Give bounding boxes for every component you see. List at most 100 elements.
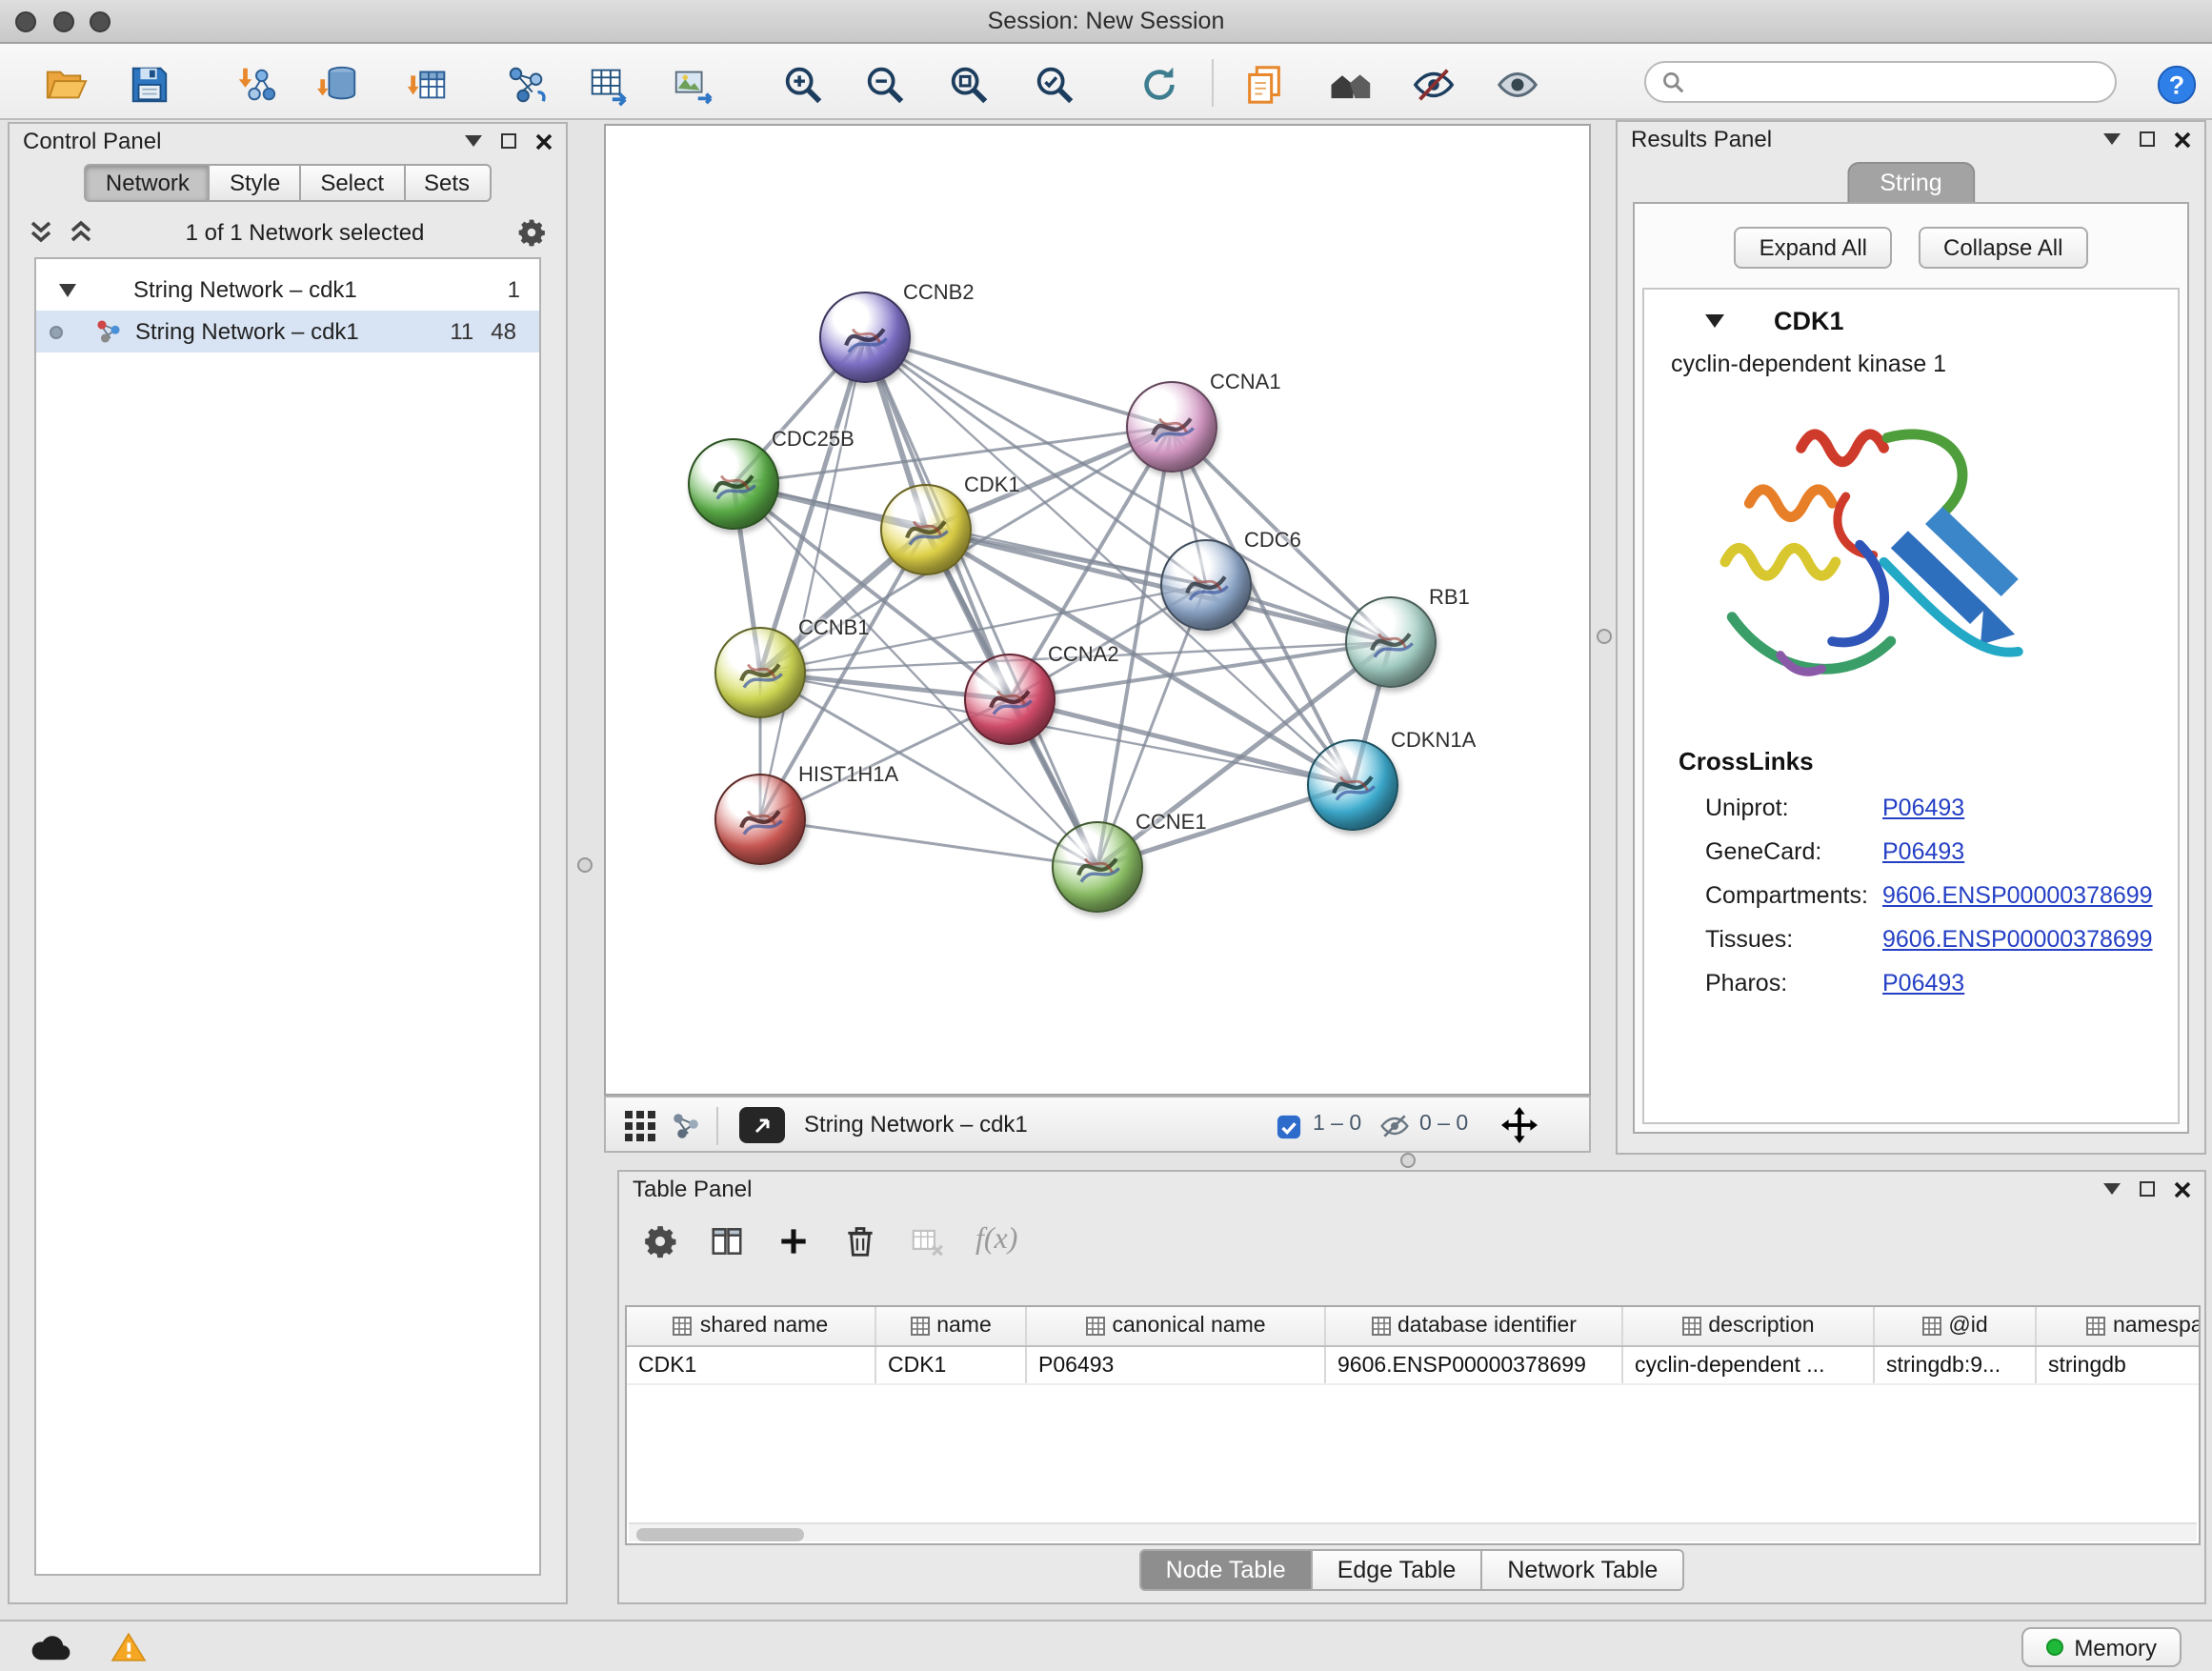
network-edge[interactable] <box>865 337 1097 867</box>
network-row-selected[interactable]: String Network – cdk1 11 48 <box>36 311 539 352</box>
collapse-all-button[interactable]: Collapse All <box>1919 227 2087 269</box>
pan-tool-icon[interactable] <box>1501 1107 1538 1143</box>
disclosure-triangle-icon[interactable] <box>59 283 76 296</box>
left-splitter-handle[interactable] <box>577 857 593 873</box>
protein-section-header[interactable]: CDK1 <box>1644 290 2178 341</box>
network-overview-button[interactable] <box>1322 57 1376 111</box>
control-tab-select[interactable]: Select <box>299 164 405 202</box>
table-horizontal-scrollbar[interactable] <box>629 1522 2197 1541</box>
add-column-icon[interactable] <box>775 1222 812 1258</box>
right-splitter-handle[interactable] <box>1597 629 1612 644</box>
network-glyph-icon[interactable] <box>671 1111 701 1141</box>
save-session-button[interactable] <box>122 57 175 111</box>
new-network-from-selection-button[interactable] <box>581 57 634 111</box>
import-table-from-file-button[interactable] <box>400 57 453 111</box>
export-image-button[interactable] <box>665 57 718 111</box>
table-settings-gear-icon[interactable] <box>642 1222 678 1258</box>
network-node-ccna1[interactable] <box>1126 381 1217 473</box>
column-header-description[interactable]: description <box>1623 1307 1875 1345</box>
network-node-hist1h1a[interactable] <box>714 774 806 865</box>
gear-icon[interactable] <box>516 217 547 248</box>
zoom-in-button[interactable] <box>775 57 829 111</box>
show-hidden-button[interactable] <box>1490 57 1543 111</box>
control-tab-style[interactable]: Style <box>209 164 301 202</box>
panel-float-icon[interactable] <box>2103 1183 2121 1195</box>
network-node-cdkn1a[interactable] <box>1307 739 1398 831</box>
hide-selected-button[interactable] <box>1406 57 1459 111</box>
panel-float-icon[interactable] <box>2103 133 2121 145</box>
network-node-ccna2[interactable] <box>964 654 1056 745</box>
refresh-view-button[interactable] <box>1132 57 1185 111</box>
current-network-bullet <box>50 325 63 338</box>
help-button[interactable]: ? <box>2149 57 2202 111</box>
network-edge[interactable] <box>760 337 865 819</box>
network-edge[interactable] <box>760 819 1097 867</box>
horizontal-splitter-handle[interactable] <box>1400 1153 1416 1168</box>
network-node-cdc6[interactable] <box>1160 539 1252 631</box>
column-header-canonical-name[interactable]: canonical name <box>1027 1307 1326 1345</box>
function-builder-button[interactable]: f(x) <box>975 1223 1017 1258</box>
open-session-button[interactable] <box>38 57 91 111</box>
window-close-button[interactable] <box>15 11 36 32</box>
memory-button[interactable]: Memory <box>2021 1627 2182 1667</box>
scrollbar-thumb[interactable] <box>636 1527 804 1540</box>
import-network-from-file-button[interactable] <box>229 57 282 111</box>
table-row[interactable]: CDK1CDK1P064939606.ENSP00000378699cyclin… <box>627 1347 2199 1385</box>
crosslink-link[interactable]: P06493 <box>1882 837 1964 864</box>
network-node-ccne1[interactable] <box>1052 821 1143 913</box>
new-network-button[interactable] <box>499 57 553 111</box>
zoom-out-button[interactable] <box>857 57 911 111</box>
column-header--id[interactable]: @id <box>1875 1307 2037 1345</box>
expand-all-icon[interactable] <box>69 219 93 246</box>
control-tab-sets[interactable]: Sets <box>403 164 491 202</box>
selected-checkbox-icon[interactable] <box>1277 1115 1301 1139</box>
document-pages-button[interactable] <box>1237 57 1290 111</box>
window-minimize-button[interactable] <box>53 11 74 32</box>
panel-close-icon[interactable] <box>2174 131 2191 148</box>
network-collection-row[interactable]: String Network – cdk1 1 <box>36 269 539 311</box>
import-network-from-database-button[interactable] <box>311 57 364 111</box>
panel-maximize-icon[interactable] <box>2140 1181 2155 1197</box>
show-columns-icon[interactable] <box>709 1222 745 1258</box>
network-node-ccnb1[interactable] <box>714 627 806 718</box>
section-disclosure-icon[interactable] <box>1705 314 1724 328</box>
results-tab-string[interactable]: String <box>1847 162 1974 202</box>
panel-maximize-icon[interactable] <box>501 133 516 149</box>
network-node-ccnb2[interactable] <box>819 292 911 383</box>
column-header-database-identifier[interactable]: database identifier <box>1326 1307 1623 1345</box>
search-input[interactable] <box>1694 69 2100 95</box>
cloud-status-icon[interactable] <box>27 1631 76 1663</box>
crosslink-link[interactable]: 9606.ENSP00000378699 <box>1882 881 2153 908</box>
crosslink-link[interactable]: P06493 <box>1882 794 1964 820</box>
window-zoom-button[interactable] <box>90 11 111 32</box>
table-tab-network-table[interactable]: Network Table <box>1480 1549 1684 1591</box>
panel-close-icon[interactable] <box>535 132 553 150</box>
network-edge[interactable] <box>865 337 1172 427</box>
delete-column-icon[interactable] <box>842 1222 878 1258</box>
crosslink-link[interactable]: P06493 <box>1882 969 1964 996</box>
zoom-selected-button[interactable] <box>1027 57 1080 111</box>
panel-float-icon[interactable] <box>465 135 482 147</box>
birds-eye-view-icon[interactable] <box>625 1111 655 1141</box>
control-tab-network[interactable]: Network <box>85 164 211 202</box>
panel-close-icon[interactable] <box>2174 1180 2191 1198</box>
open-in-new-button[interactable] <box>739 1107 785 1143</box>
column-header-name[interactable]: name <box>876 1307 1027 1345</box>
hidden-eye-icon[interactable] <box>1379 1113 1410 1139</box>
table-tab-node-table[interactable]: Node Table <box>1139 1549 1313 1591</box>
zoom-fit-button[interactable] <box>941 57 995 111</box>
table-tab-edge-table[interactable]: Edge Table <box>1311 1549 1483 1591</box>
network-tree: String Network – cdk1 1 String Network –… <box>34 257 541 1576</box>
expand-all-button[interactable]: Expand All <box>1735 227 1892 269</box>
network-canvas[interactable]: CCNB2CCNA1CDC25BCDK1CDC6RB1CCNB1CCNA2CDK… <box>604 124 1591 1096</box>
crosslink-link[interactable]: 9606.ENSP00000378699 <box>1882 925 2153 952</box>
network-node-cdk1[interactable] <box>880 484 972 575</box>
folder-open-icon <box>43 62 87 106</box>
panel-maximize-icon[interactable] <box>2140 131 2155 147</box>
column-header-shared-name[interactable]: shared name <box>627 1307 876 1345</box>
column-header-namespac[interactable]: namespac <box>2037 1307 2201 1345</box>
network-node-cdc25b[interactable] <box>688 438 779 530</box>
warning-icon[interactable] <box>111 1631 147 1663</box>
network-node-rb1[interactable] <box>1345 596 1437 688</box>
collapse-all-icon[interactable] <box>29 219 53 246</box>
